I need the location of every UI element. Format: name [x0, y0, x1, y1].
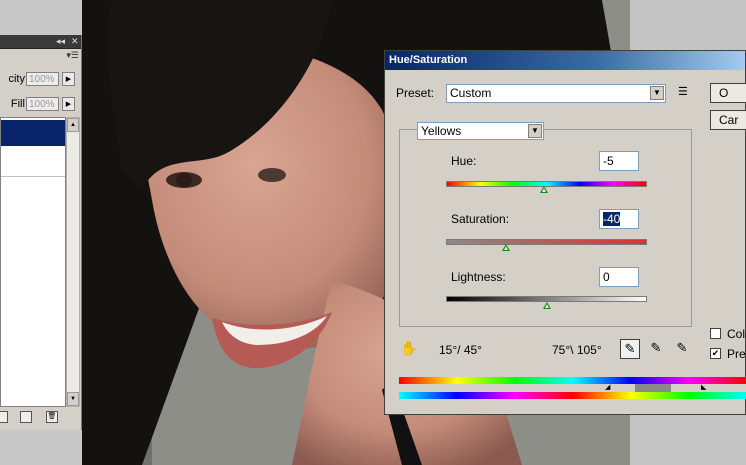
saturation-slider-track[interactable] [446, 239, 647, 245]
range-left-handle[interactable]: ◢ [605, 384, 610, 392]
preset-select[interactable]: Custom ▼ [446, 84, 666, 103]
channel-select[interactable]: Yellows ▼ [417, 122, 544, 140]
cancel-button[interactable]: Car [710, 110, 746, 130]
ok-button[interactable]: O [710, 83, 746, 103]
collapse-icon[interactable]: ◂◂ [56, 35, 65, 48]
fill-field[interactable]: 100% [26, 97, 59, 111]
preset-label: Preset: [396, 86, 435, 100]
layers-footer: 🗑 [0, 409, 82, 427]
preset-value: Custom [450, 86, 492, 100]
hand-adjust-icon[interactable]: ✋ [400, 340, 417, 357]
dialog-title: Hue/Saturation [385, 51, 745, 70]
lightness-label: Lightness: [451, 270, 506, 284]
channel-value: Yellows [421, 124, 462, 138]
saturation-label: Saturation: [451, 212, 510, 226]
new-group-icon[interactable] [0, 411, 8, 423]
scroll-down-icon[interactable]: ▼ [67, 392, 79, 406]
preview-checkbox[interactable]: ✔ [710, 348, 721, 359]
hue-slider-thumb[interactable] [540, 186, 549, 193]
chevron-down-icon[interactable]: ▼ [650, 86, 664, 100]
hue-label: Hue: [451, 154, 477, 168]
opacity-field[interactable]: 100% [26, 72, 59, 86]
saturation-value: -40 [603, 212, 621, 226]
saturation-input[interactable]: -40 [599, 209, 639, 229]
eyedropper-minus-icon[interactable]: ✎ [672, 339, 692, 359]
colorize-label: Colo [727, 327, 746, 341]
lightness-value: 0 [603, 270, 610, 284]
preset-options-icon[interactable]: ☰ [678, 85, 688, 98]
range-right-handle[interactable]: ◣ [701, 384, 706, 392]
colorize-checkbox[interactable] [710, 328, 721, 339]
range-slider[interactable]: ◢ ◣ [399, 384, 746, 392]
trash-icon[interactable]: 🗑 [46, 411, 58, 423]
lightness-slider-thumb[interactable] [542, 302, 551, 309]
lightness-input[interactable]: 0 [599, 267, 639, 287]
hue-input[interactable]: -5 [599, 151, 639, 171]
layer-divider [1, 176, 65, 177]
eyedropper-icon[interactable]: ✎ [620, 339, 640, 359]
layers-list [0, 117, 66, 407]
layers-scrollbar[interactable]: ▲ ▼ [66, 117, 80, 407]
scroll-up-icon[interactable]: ▲ [67, 118, 79, 132]
selected-layer[interactable] [1, 120, 65, 146]
fill-row: Fill: 100% ▶ [0, 97, 82, 113]
color-bar-top [399, 377, 746, 384]
new-layer-icon[interactable] [20, 411, 32, 423]
close-icon[interactable]: ✕ [71, 35, 79, 48]
fill-arrow-icon[interactable]: ▶ [62, 97, 75, 111]
range-center[interactable] [635, 384, 671, 392]
layers-panel: ◂◂ ✕ ▾☰ city: 100% ▶ Fill: 100% ▶ ▲ ▼ 🗑 [0, 35, 82, 430]
saturation-slider-thumb[interactable] [502, 244, 511, 251]
opacity-row: city: 100% ▶ [0, 72, 82, 88]
panel-menu-icon[interactable]: ▾☰ [66, 50, 79, 61]
range-left-text: 15°/ 45° [439, 343, 482, 357]
chevron-down-icon[interactable]: ▼ [528, 124, 542, 138]
color-bar-bottom [399, 392, 746, 399]
hue-saturation-dialog: Hue/Saturation Preset: Custom ▼ ☰ Yellow… [384, 50, 746, 415]
hue-value: -5 [603, 154, 614, 168]
opacity-arrow-icon[interactable]: ▶ [62, 72, 75, 86]
panel-header: ◂◂ ✕ [0, 35, 81, 49]
eyedropper-plus-icon[interactable]: ✎ [646, 339, 666, 359]
preview-label: Prev [727, 347, 746, 361]
range-right-text: 75°\ 105° [552, 343, 602, 357]
